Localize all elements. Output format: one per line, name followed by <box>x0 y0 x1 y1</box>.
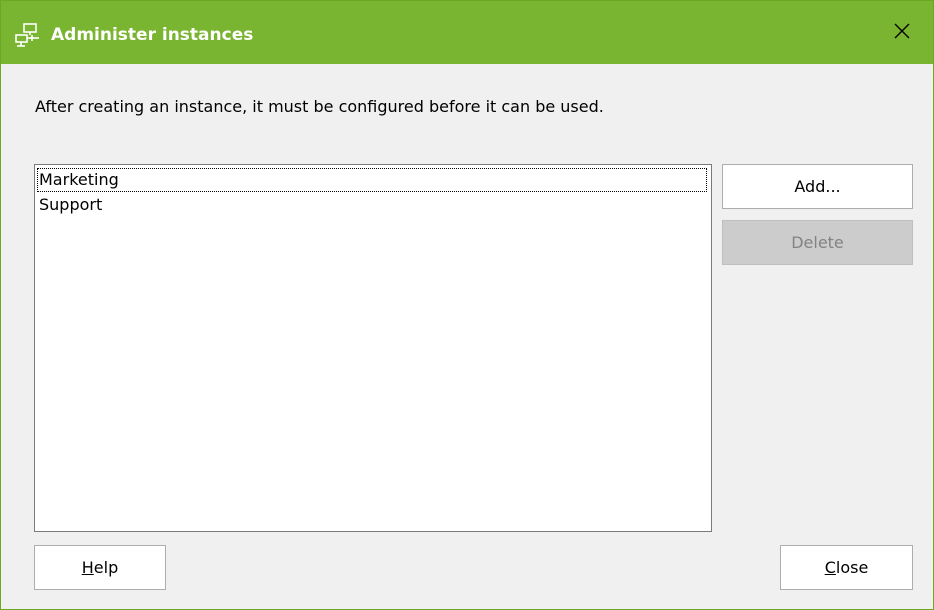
list-item-support[interactable]: Support <box>37 193 102 217</box>
administer-instances-dialog: Administer instances After creating an i… <box>0 0 934 610</box>
instructions-text: After creating an instance, it must be c… <box>35 97 604 116</box>
network-computers-icon <box>15 23 41 47</box>
title-bar[interactable]: Administer instances <box>1 1 933 64</box>
help-button[interactable]: Help <box>34 545 166 590</box>
delete-button[interactable]: Delete <box>722 220 913 265</box>
close-label-rest: lose <box>835 558 869 577</box>
close-icon <box>894 23 910 43</box>
close-button[interactable]: Close <box>780 545 913 590</box>
help-mnemonic: H <box>81 558 94 577</box>
close-mnemonic: C <box>824 558 836 577</box>
help-label-rest: elp <box>93 558 119 577</box>
instances-listbox[interactable]: Marketing Support <box>34 164 712 532</box>
close-window-button[interactable] <box>871 1 933 64</box>
list-item-marketing[interactable]: Marketing <box>37 168 707 192</box>
add-button[interactable]: Add... <box>722 164 913 209</box>
window-title: Administer instances <box>51 25 254 45</box>
